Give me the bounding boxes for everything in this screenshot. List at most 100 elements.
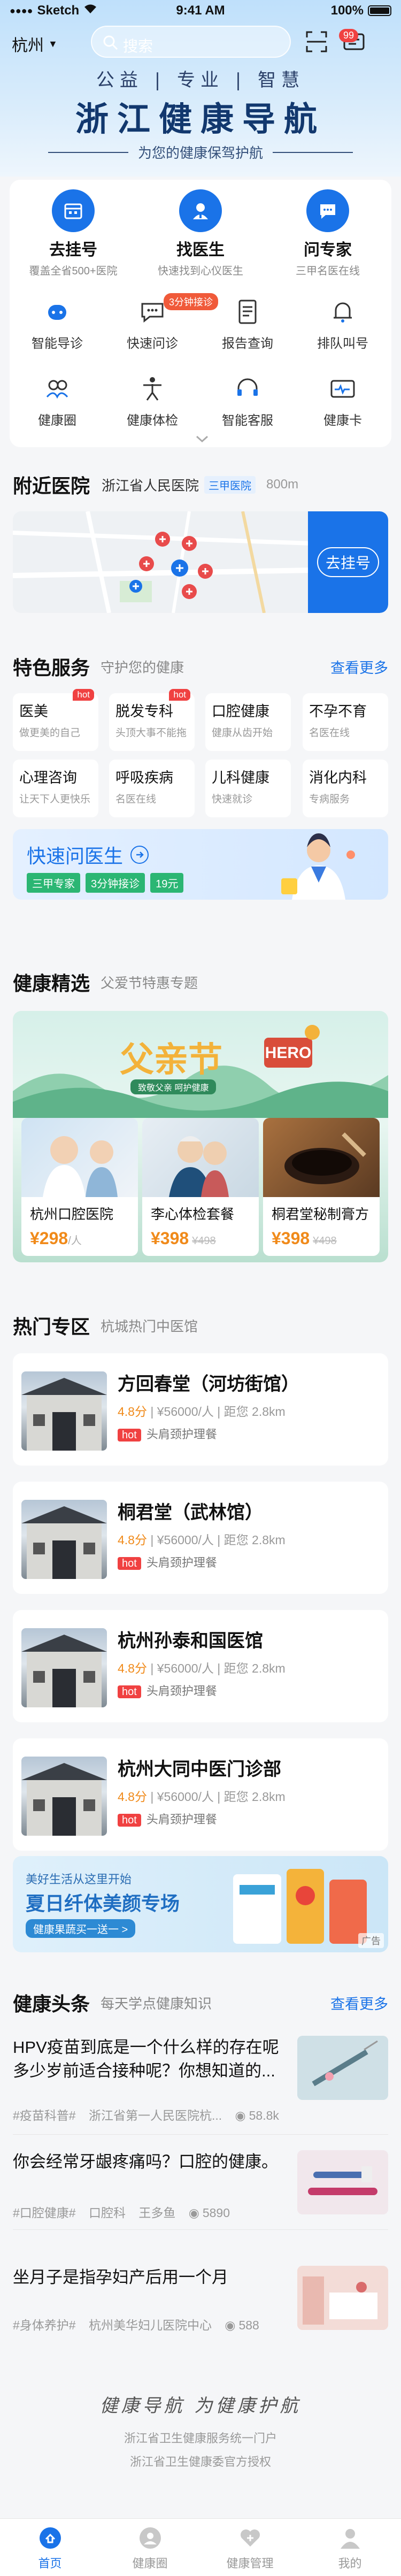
ask-expert-entry[interactable]: 问专家 三甲名医在线	[264, 189, 391, 278]
special-item-hair[interactable]: 脱发专科 头顶大事不能拖 hot	[109, 689, 195, 751]
section-title: 健康精选	[13, 972, 90, 994]
find-doctor-entry[interactable]: 找医生 快速找到心仪医生	[137, 189, 264, 278]
ad-line1: 美好生活从这里开始	[26, 1873, 132, 1886]
news-views: 588	[238, 2318, 259, 2332]
product-price: ¥398	[151, 1229, 189, 1248]
tab-health-manage[interactable]: 健康管理	[200, 2525, 300, 2571]
hospital-level-badge: 三甲医院	[204, 476, 256, 494]
hot-badge: hot	[118, 1557, 141, 1570]
product-card[interactable]: 桐君堂秘制膏方 ¥398 ¥498	[263, 1118, 380, 1256]
product-image	[21, 1118, 138, 1197]
quick-doctor-banner[interactable]: 快速问医生 三甲专家 3分钟接诊 19元	[13, 829, 388, 900]
user-icon	[337, 2525, 363, 2551]
smart-triage-entry[interactable]: 智能导诊	[10, 296, 105, 351]
news-meta: #身体养护# 杭州美华妇儿医院中心 ◉ 588	[13, 2315, 269, 2333]
hospital-image	[21, 1371, 107, 1451]
grid-label: 健康圈	[38, 413, 76, 428]
quick-tag: 三甲专家	[27, 873, 80, 893]
queue-call-entry[interactable]: 排队叫号	[295, 296, 390, 351]
news-views: 58.8k	[249, 2109, 279, 2122]
hospital-rating: 4.8分	[118, 1661, 147, 1675]
hospital-card[interactable]: 杭州孙泰和国医馆 4.8分 | ¥56000/人 | 距您 2.8km hot 头…	[13, 1610, 388, 1722]
hospital-service: hot 头肩颈护理餐	[118, 1810, 217, 1827]
news-thumbnail	[297, 2036, 388, 2100]
special-item-psychology[interactable]: 心理咨询 让天下人更快乐	[13, 760, 98, 817]
grid-label: 快速问诊	[127, 336, 178, 351]
hospital-card[interactable]: 方回春堂（河坊街馆） 4.8分 | ¥56000/人 | 距您 2.8km ho…	[13, 1353, 388, 1466]
doctor-icon	[179, 189, 222, 232]
scan-icon[interactable]	[305, 30, 328, 53]
robot-icon	[42, 296, 73, 327]
news-views: 5890	[202, 2206, 230, 2220]
nearby-hospital-name[interactable]: 浙江省人民医院	[102, 475, 199, 495]
hospital-price: ¥56000/人	[157, 1405, 214, 1419]
fathers-day-banner[interactable]: HERO 父亲节 致敬父亲 呵护健康 杭州口腔医院 ¥298/人 李心体检套餐 …	[13, 1011, 388, 1262]
body-icon	[137, 373, 168, 404]
checkup-entry[interactable]: 健康体检	[105, 373, 200, 428]
quick-doctor-tags: 三甲专家 3分钟接诊 19元	[27, 873, 189, 893]
tab-home[interactable]: 首页	[0, 2525, 100, 2571]
wait-tag: 3分钟接诊	[164, 293, 219, 310]
special-item-gastro[interactable]: 消化内科 专病服务	[303, 760, 388, 817]
hospital-distance: 距您 2.8km	[223, 1533, 286, 1547]
smart-service-entry[interactable]: 智能客服	[200, 373, 295, 428]
section-title: 健康头条	[13, 1993, 90, 2015]
product-image	[263, 1118, 380, 1197]
hero-slogan: 公益 | 专业 | 智慧	[96, 70, 305, 91]
product-price: ¥298	[30, 1229, 68, 1248]
special-item-title: 不孕不育	[309, 703, 367, 719]
hospital-price: ¥56000/人	[157, 1790, 214, 1804]
divider	[273, 151, 353, 153]
bell-icon	[327, 296, 358, 327]
view-more-link[interactable]: 查看更多	[330, 1992, 388, 2013]
news-title: 坐月子是指孕妇产后用一个月	[13, 2268, 228, 2287]
nearby-map[interactable]: 去挂号	[13, 511, 388, 613]
hot-badge: hot	[118, 1429, 141, 1442]
register-entry[interactable]: 去挂号 覆盖全省500+医院	[10, 189, 137, 278]
news-item[interactable]: HPV疫苗到底是一个什么样的存在呢多少岁前适合接种呢？你想知道的... #疫苗科…	[13, 2036, 388, 2127]
product-card[interactable]: 杭州口腔医院 ¥298/人	[21, 1118, 138, 1256]
special-item-beauty[interactable]: 医美 做更美的自己 hot	[13, 689, 98, 751]
nearby-register-label: 去挂号	[317, 547, 379, 577]
news-header: 健康头条 每天学点健康知识 查看更多	[13, 1989, 388, 2017]
city-selector[interactable]: 杭州 ▼	[12, 32, 58, 56]
special-item-dental[interactable]: 口腔健康 健康从齿开始	[205, 693, 291, 751]
view-more-link[interactable]: 查看更多	[330, 656, 388, 677]
tab-label: 我的	[338, 2557, 362, 2570]
message-center-icon[interactable]: 99	[338, 29, 366, 53]
health-circle-entry[interactable]: 健康圈	[10, 373, 105, 428]
news-item[interactable]: 坐月子是指孕妇产后用一个月 #身体养护# 杭州美华妇儿医院中心 ◉ 588	[13, 2266, 388, 2341]
special-item-fertility[interactable]: 不孕不育 名医在线	[303, 693, 388, 751]
news-item[interactable]: 你会经常牙龈疼痛吗？口腔的健康。 #口腔健康# 口腔科 王多鱼 ◉ 5890	[13, 2150, 388, 2236]
promo-ad-banner[interactable]: 美好生活从这里开始 夏日纤体美颜专场 健康果蔬买一送一 > 广告	[13, 1856, 388, 1952]
nearby-register-button[interactable]: 去挂号	[308, 511, 388, 613]
expand-chevron-icon[interactable]	[196, 435, 209, 446]
tab-profile[interactable]: 我的	[300, 2525, 400, 2571]
special-item-sub: 专病服务	[309, 794, 350, 805]
product-name: 杭州口腔医院	[30, 1206, 114, 1222]
special-item-sub: 头顶大事不能拖	[115, 727, 187, 739]
section-title: 特色服务	[13, 657, 90, 679]
banner-subtitle: 致敬父亲 呵护健康	[130, 1079, 217, 1094]
tab-health-circle[interactable]: 健康圈	[100, 2525, 200, 2571]
hospital-rating: 4.8分	[118, 1533, 147, 1547]
product-card[interactable]: 李心体检套餐 ¥398 ¥498	[142, 1118, 259, 1256]
tab-label: 健康管理	[226, 2557, 274, 2570]
service-name: 头肩颈护理餐	[146, 1813, 217, 1826]
special-item-title: 医美	[19, 703, 48, 719]
health-card-entry[interactable]: 健康卡	[295, 373, 390, 428]
ask-expert-sub: 三甲名医在线	[296, 265, 360, 277]
hospital-card[interactable]: 杭州大同中医门诊部 4.8分 | ¥56000/人 | 距您 2.8km hot…	[13, 1738, 388, 1851]
divider	[13, 2229, 388, 2230]
ad-cta[interactable]: 健康果蔬买一送一 >	[26, 1919, 136, 1938]
report-icon	[232, 296, 263, 327]
news-title: HPV疫苗到底是一个什么样的存在呢多少岁前适合接种呢？你想知道的...	[13, 2038, 279, 2080]
special-item-pediatrics[interactable]: 儿科健康 快速就诊	[205, 760, 291, 817]
community-icon	[137, 2525, 163, 2551]
grid-label: 健康卡	[323, 413, 362, 428]
news-thumbnail	[297, 2266, 388, 2330]
home-icon	[37, 2525, 63, 2551]
search-input[interactable]: 搜索	[91, 26, 291, 58]
special-item-respiratory[interactable]: 呼吸疾病 名医在线	[109, 760, 195, 817]
hospital-card[interactable]: 桐君堂（武林馆） 4.8分 | ¥56000/人 | 距您 2.8km hot 头…	[13, 1482, 388, 1594]
